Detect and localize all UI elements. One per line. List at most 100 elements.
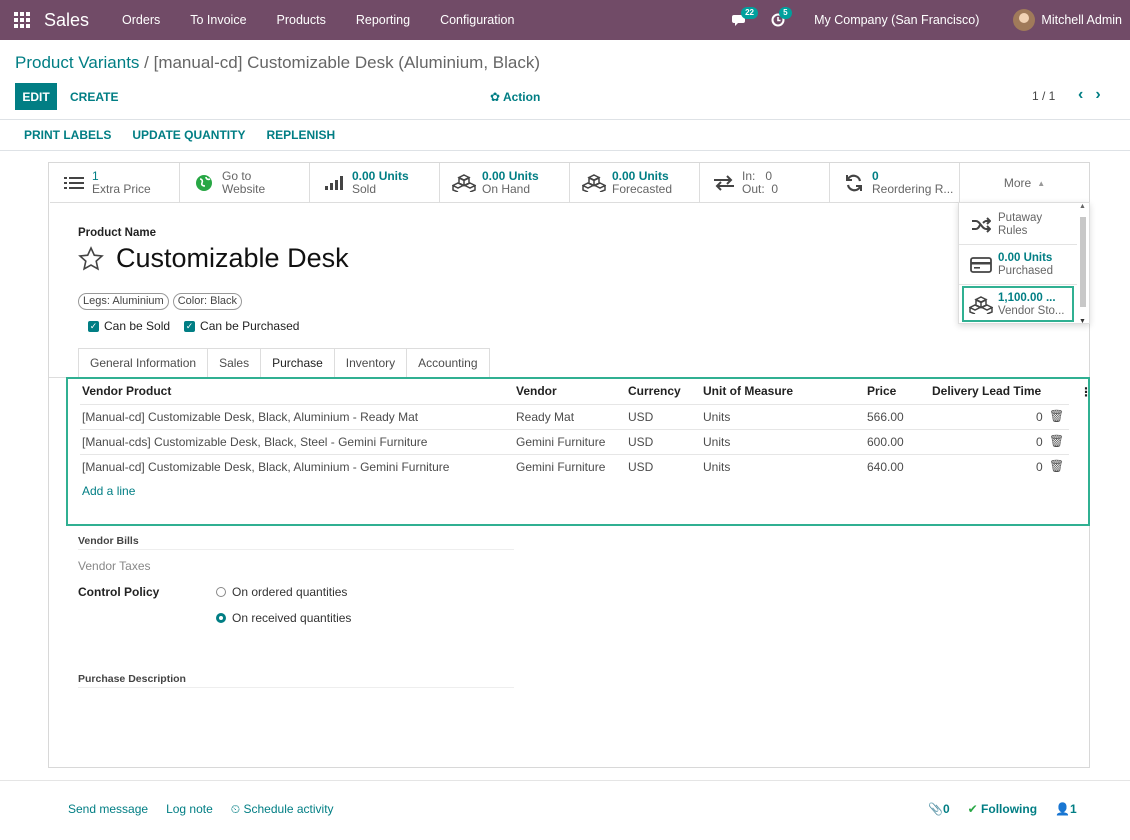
radio-ordered-quantities[interactable]: On ordered quantities — [216, 585, 347, 599]
can-be-purchased-checkbox[interactable]: ✓ Can be Purchased — [184, 319, 299, 333]
attachments-button[interactable]: 📎0 — [928, 802, 950, 816]
trash-icon[interactable]: 🗑 — [1049, 434, 1064, 448]
putaway-line2: Rules — [998, 224, 1028, 237]
app-brand[interactable]: Sales — [44, 10, 89, 31]
col-vendor-product[interactable]: Vendor Product — [82, 384, 171, 398]
schedule-activity-button[interactable]: ⏲ Schedule activity — [231, 802, 334, 817]
extra-price-button[interactable]: 1 Extra Price — [50, 163, 180, 203]
cell-vendor-product: [Manual-cds] Customizable Desk, Black, S… — [82, 435, 428, 449]
cell-currency: USD — [628, 460, 654, 474]
scrollbar-thumb[interactable] — [1080, 217, 1086, 307]
can-be-sold-checkbox[interactable]: ✓ Can be Sold — [88, 319, 170, 333]
chevron-right-icon[interactable]: › — [1095, 86, 1112, 103]
exchange-icon — [712, 175, 736, 191]
sold-label: Sold — [352, 182, 377, 196]
radio-received-quantities[interactable]: On received quantities — [216, 611, 351, 625]
section-divider — [78, 549, 514, 550]
putaway-rules-button[interactable]: Putaway Rules — [959, 205, 1077, 245]
cell-uom: Units — [703, 410, 731, 424]
col-delivery-lead-time[interactable]: Delivery Lead Time — [932, 384, 1041, 398]
can-be-purchased-label: Can be Purchased — [200, 319, 300, 333]
reordering-rules-button[interactable]: 0 Reordering R... — [830, 163, 960, 203]
cell-vendor-product: [Manual-cd] Customizable Desk, Black, Al… — [82, 460, 450, 474]
col-currency[interactable]: Currency — [628, 384, 681, 398]
tab-accounting[interactable]: Accounting — [406, 348, 490, 378]
product-name-label: Product Name — [78, 227, 156, 239]
trash-icon[interactable]: 🗑 — [1049, 459, 1064, 473]
action-menu[interactable]: ✿ Action — [490, 90, 540, 104]
menu-reporting[interactable]: Reporting — [356, 13, 410, 27]
received-quantities-label: On received quantities — [232, 611, 352, 625]
sold-button[interactable]: 0.00 Units Sold — [310, 163, 440, 203]
col-price[interactable]: Price — [867, 384, 896, 398]
forecasted-button[interactable]: 0.00 Units Forecasted — [570, 163, 700, 203]
messaging-menu[interactable]: 22 — [730, 0, 758, 40]
product-name[interactable]: Customizable Desk — [116, 243, 349, 274]
section-divider — [78, 687, 514, 688]
control-policy-label: Control Policy — [78, 585, 160, 599]
cell-lead-time: 0 — [1036, 410, 1043, 424]
optional-columns-icon[interactable]: ⋮ — [1080, 385, 1092, 399]
radio-off-icon — [216, 587, 226, 597]
more-label: More — [1003, 176, 1032, 190]
add-a-line-link[interactable]: Add a line — [82, 484, 135, 498]
top-navbar: Sales Orders To Invoice Products Reporti… — [0, 0, 1130, 40]
apps-grid-icon — [14, 12, 30, 28]
chevron-left-icon[interactable]: ‹ — [1078, 86, 1095, 103]
forecasted-label: Forecasted — [612, 182, 673, 196]
send-message-button[interactable]: Send message — [68, 802, 148, 817]
action-label: Action — [502, 90, 541, 104]
scroll-down-icon[interactable]: ▼ — [1079, 318, 1086, 325]
edit-button[interactable]: EDIT — [15, 83, 57, 110]
purchased-value: 0.00 Units — [998, 251, 1053, 264]
vendor-taxes-field[interactable]: Vendor Taxes — [78, 559, 151, 573]
create-button[interactable]: CREATE — [70, 83, 118, 110]
in-count: In: 0 — [742, 169, 773, 183]
purchased-button[interactable]: 0.00 Units Purchased — [959, 245, 1077, 285]
radio-on-icon — [216, 613, 226, 623]
more-button[interactable]: More ▲ — [960, 163, 1089, 203]
menu-orders[interactable]: Orders — [122, 13, 160, 27]
trash-icon[interactable]: 🗑 — [1049, 409, 1064, 423]
cell-vendor-product: [Manual-cd] Customizable Desk, Black, Al… — [82, 410, 419, 424]
tab-purchase[interactable]: Purchase — [260, 348, 334, 378]
cell-currency: USD — [628, 410, 654, 424]
paperclip-icon: 📎 — [928, 802, 943, 816]
menu-products[interactable]: Products — [277, 13, 326, 27]
col-vendor[interactable]: Vendor — [516, 384, 557, 398]
on-hand-button[interactable]: 0.00 Units On Hand — [440, 163, 570, 203]
in-out-button[interactable]: In: 0 Out: 0 — [700, 163, 830, 203]
website-button[interactable]: Go to Website — [180, 163, 310, 203]
checkmark-icon: ✓ — [184, 320, 196, 332]
menu-configuration[interactable]: Configuration — [440, 13, 514, 27]
breadcrumb-parent[interactable]: Product Variants — [15, 53, 139, 72]
company-switcher[interactable]: My Company (San Francisco) — [814, 13, 979, 27]
col-unit-of-measure[interactable]: Unit of Measure — [703, 384, 793, 398]
user-menu[interactable]: Mitchell Admin — [1041, 13, 1122, 27]
tab-general-information[interactable]: General Information — [78, 348, 208, 378]
notebook-tabs: General Information Sales Purchase Inven… — [78, 348, 490, 378]
following-button[interactable]: ✔ Following — [968, 802, 1037, 816]
followers-button[interactable]: 👤1 — [1055, 802, 1077, 816]
replenish-button[interactable]: REPLENISH — [266, 128, 335, 142]
menu-to-invoice[interactable]: To Invoice — [190, 13, 246, 27]
star-icon[interactable] — [78, 245, 104, 272]
tab-sales[interactable]: Sales — [207, 348, 261, 378]
purchased-label: Purchased — [998, 264, 1053, 277]
can-be-sold-label: Can be Sold — [104, 319, 171, 333]
update-quantity-button[interactable]: UPDATE QUANTITY — [132, 128, 245, 142]
scroll-up-icon[interactable]: ▲ — [1079, 203, 1086, 210]
dropdown-scrollbar[interactable]: ▲ ▼ — [1079, 203, 1087, 325]
on-hand-label: On Hand — [482, 182, 531, 196]
smart-buttons-row: 1 Extra Price Go to Website 0.00 Units Sold… — [50, 163, 1089, 203]
pager-nav: ‹› — [1078, 86, 1113, 104]
reordering-value: 0 — [872, 169, 879, 183]
user-avatar[interactable] — [1013, 9, 1036, 31]
app-menu-button[interactable] — [0, 0, 44, 40]
activity-menu[interactable]: 5 — [768, 0, 792, 40]
pager-value[interactable]: 1 / 1 — [1032, 89, 1055, 103]
tab-inventory[interactable]: Inventory — [333, 348, 407, 378]
log-note-button[interactable]: Log note — [166, 802, 213, 817]
user-icon: 👤 — [1055, 802, 1070, 816]
print-labels-button[interactable]: PRINT LABELS — [24, 128, 111, 142]
